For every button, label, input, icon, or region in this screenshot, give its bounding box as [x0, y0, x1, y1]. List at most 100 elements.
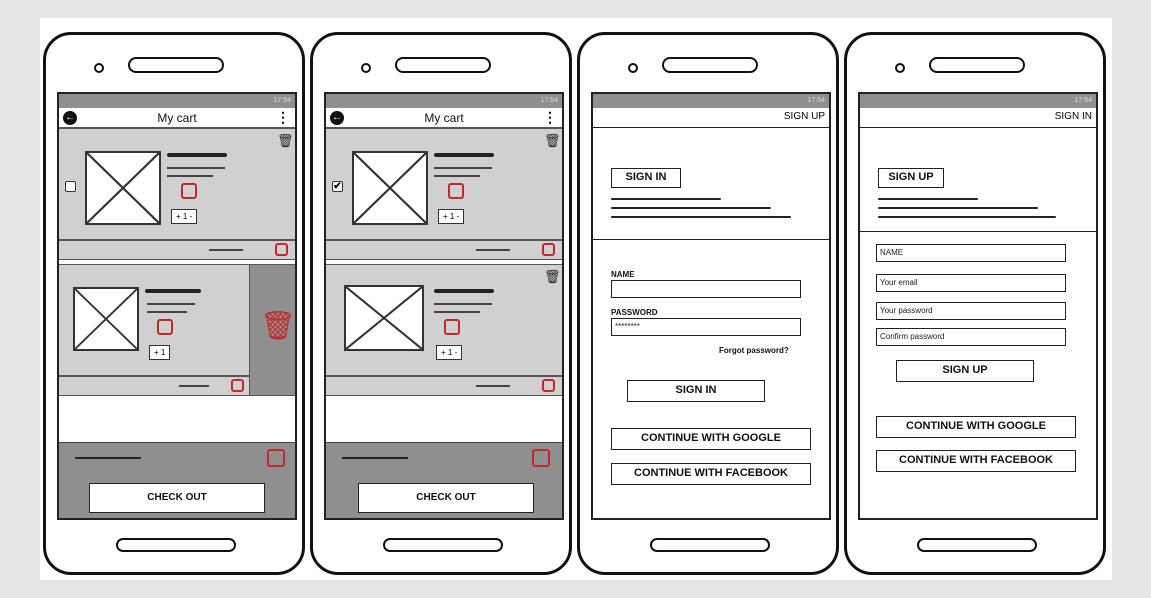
camera-icon	[361, 63, 371, 73]
image-placeholder	[85, 151, 161, 225]
cart-item: + 1 - 🗑	[326, 264, 562, 376]
more-menu-icon[interactable]: ⋮	[543, 110, 557, 124]
cart-item: + 1 - 🗑	[59, 128, 295, 240]
product-desc-line	[147, 311, 187, 313]
price-line	[476, 385, 510, 387]
item-select-box[interactable]	[444, 319, 460, 335]
cart-screen: 17:54 ← My cart ⋮ + 1 - 🗑 + 1 🗑 CHECK OU…	[57, 92, 297, 520]
home-button[interactable]	[116, 538, 236, 552]
sign-in-hero: SIGN IN	[593, 128, 829, 240]
select-all-box[interactable]	[267, 449, 285, 467]
product-name	[434, 153, 494, 157]
item-select-box[interactable]	[275, 243, 288, 256]
status-time: 17:54	[807, 97, 825, 104]
sign-up-link[interactable]: SIGN UP	[593, 108, 829, 128]
speaker-icon	[929, 57, 1025, 73]
password-field[interactable]: Your password	[876, 302, 1066, 320]
sign-in-screen: 17:54 SIGN UP SIGN IN NAME PASSWORD ****…	[591, 92, 831, 520]
camera-icon	[628, 63, 638, 73]
status-time: 17:54	[540, 97, 558, 104]
facebook-button[interactable]: CONTINUE WITH FACEBOOK	[876, 450, 1076, 472]
sign-in-link[interactable]: SIGN IN	[860, 108, 1096, 128]
sign-in-button[interactable]: SIGN IN	[627, 380, 765, 402]
cart-item-swiped: + 1	[59, 264, 249, 376]
quantity-stepper[interactable]: + 1 -	[438, 209, 465, 224]
status-time: 17:54	[273, 97, 291, 104]
google-button[interactable]: CONTINUE WITH GOOGLE	[876, 416, 1076, 438]
intro-text-line	[611, 207, 771, 209]
item-footer	[326, 376, 562, 396]
app-bar: ← My cart ⋮	[326, 108, 562, 128]
total-line	[342, 457, 408, 459]
product-desc-line	[147, 303, 195, 305]
name-field[interactable]: NAME	[876, 244, 1066, 262]
password-label: PASSWORD	[611, 308, 658, 317]
page-title: My cart	[157, 111, 197, 125]
status-time: 17:54	[1074, 97, 1092, 104]
phone-cart-checked: 17:54 ← My cart ⋮ ✔ + 1 - 🗑 + 1 - 🗑 CHEC…	[310, 32, 572, 575]
item-checkbox-checked[interactable]: ✔	[332, 181, 343, 192]
delete-icon[interactable]: 🗑	[260, 309, 295, 342]
item-select-box[interactable]	[181, 183, 197, 199]
app-bar: ← My cart ⋮	[59, 108, 295, 128]
intro-text-line	[878, 198, 978, 200]
email-field[interactable]: Your email	[876, 274, 1066, 292]
checkout-button[interactable]: CHECK OUT	[89, 483, 265, 513]
checkout-panel: CHECK OUT	[326, 442, 562, 518]
home-button[interactable]	[917, 538, 1037, 552]
sign-up-button[interactable]: SIGN UP	[896, 360, 1034, 382]
swipe-delete-panel[interactable]: 🗑	[249, 264, 295, 396]
item-select-box[interactable]	[542, 243, 555, 256]
item-select-box[interactable]	[157, 319, 173, 335]
camera-icon	[895, 63, 905, 73]
delete-icon[interactable]: 🗑	[544, 269, 561, 285]
quantity-stepper[interactable]: + 1 -	[436, 345, 463, 360]
delete-icon[interactable]: 🗑	[277, 133, 294, 149]
home-button[interactable]	[383, 538, 503, 552]
home-button[interactable]	[650, 538, 770, 552]
item-select-box[interactable]	[231, 379, 244, 392]
phone-sign-in: 17:54 SIGN UP SIGN IN NAME PASSWORD ****…	[577, 32, 839, 575]
name-label: NAME	[611, 270, 635, 279]
sign-up-screen: 17:54 SIGN IN SIGN UP NAME Your email Yo…	[858, 92, 1098, 520]
quantity-stepper[interactable]: + 1	[149, 345, 171, 360]
name-field[interactable]	[611, 280, 801, 298]
status-bar: 17:54	[860, 94, 1096, 108]
checkout-button[interactable]: CHECK OUT	[358, 483, 534, 513]
price-line	[476, 249, 510, 251]
intro-text-line	[878, 207, 1038, 209]
intro-text-line	[611, 198, 721, 200]
product-desc-line	[434, 175, 480, 177]
google-button[interactable]: CONTINUE WITH GOOGLE	[611, 428, 811, 450]
confirm-password-field[interactable]: Confirm password	[876, 328, 1066, 346]
product-name	[434, 289, 494, 293]
status-bar: 17:54	[593, 94, 829, 108]
delete-icon[interactable]: 🗑	[544, 133, 561, 149]
sign-in-heading: SIGN IN	[611, 168, 681, 188]
item-select-box[interactable]	[448, 183, 464, 199]
status-bar: 17:54	[59, 94, 295, 108]
image-placeholder	[73, 287, 139, 351]
intro-text-line	[611, 216, 791, 218]
product-desc-line	[434, 167, 492, 169]
forgot-password-link[interactable]: Forgot password?	[719, 346, 789, 355]
item-checkbox[interactable]	[65, 181, 76, 192]
checkout-panel: CHECK OUT	[59, 442, 295, 518]
password-field[interactable]: ********	[611, 318, 801, 336]
image-placeholder	[352, 151, 428, 225]
speaker-icon	[128, 57, 224, 73]
speaker-icon	[662, 57, 758, 73]
product-desc-line	[434, 303, 492, 305]
price-line	[209, 249, 243, 251]
quantity-stepper[interactable]: + 1 -	[171, 209, 198, 224]
status-bar: 17:54	[326, 94, 562, 108]
select-all-box[interactable]	[532, 449, 550, 467]
more-menu-icon[interactable]: ⋮	[276, 110, 290, 124]
sign-up-hero: SIGN UP	[860, 128, 1096, 232]
facebook-button[interactable]: CONTINUE WITH FACEBOOK	[611, 463, 811, 485]
page-title: My cart	[424, 111, 464, 125]
item-select-box[interactable]	[542, 379, 555, 392]
wireframe-canvas: 17:54 ← My cart ⋮ + 1 - 🗑 + 1 🗑 CHECK OU…	[40, 18, 1112, 580]
speaker-icon	[395, 57, 491, 73]
price-line	[179, 385, 209, 387]
